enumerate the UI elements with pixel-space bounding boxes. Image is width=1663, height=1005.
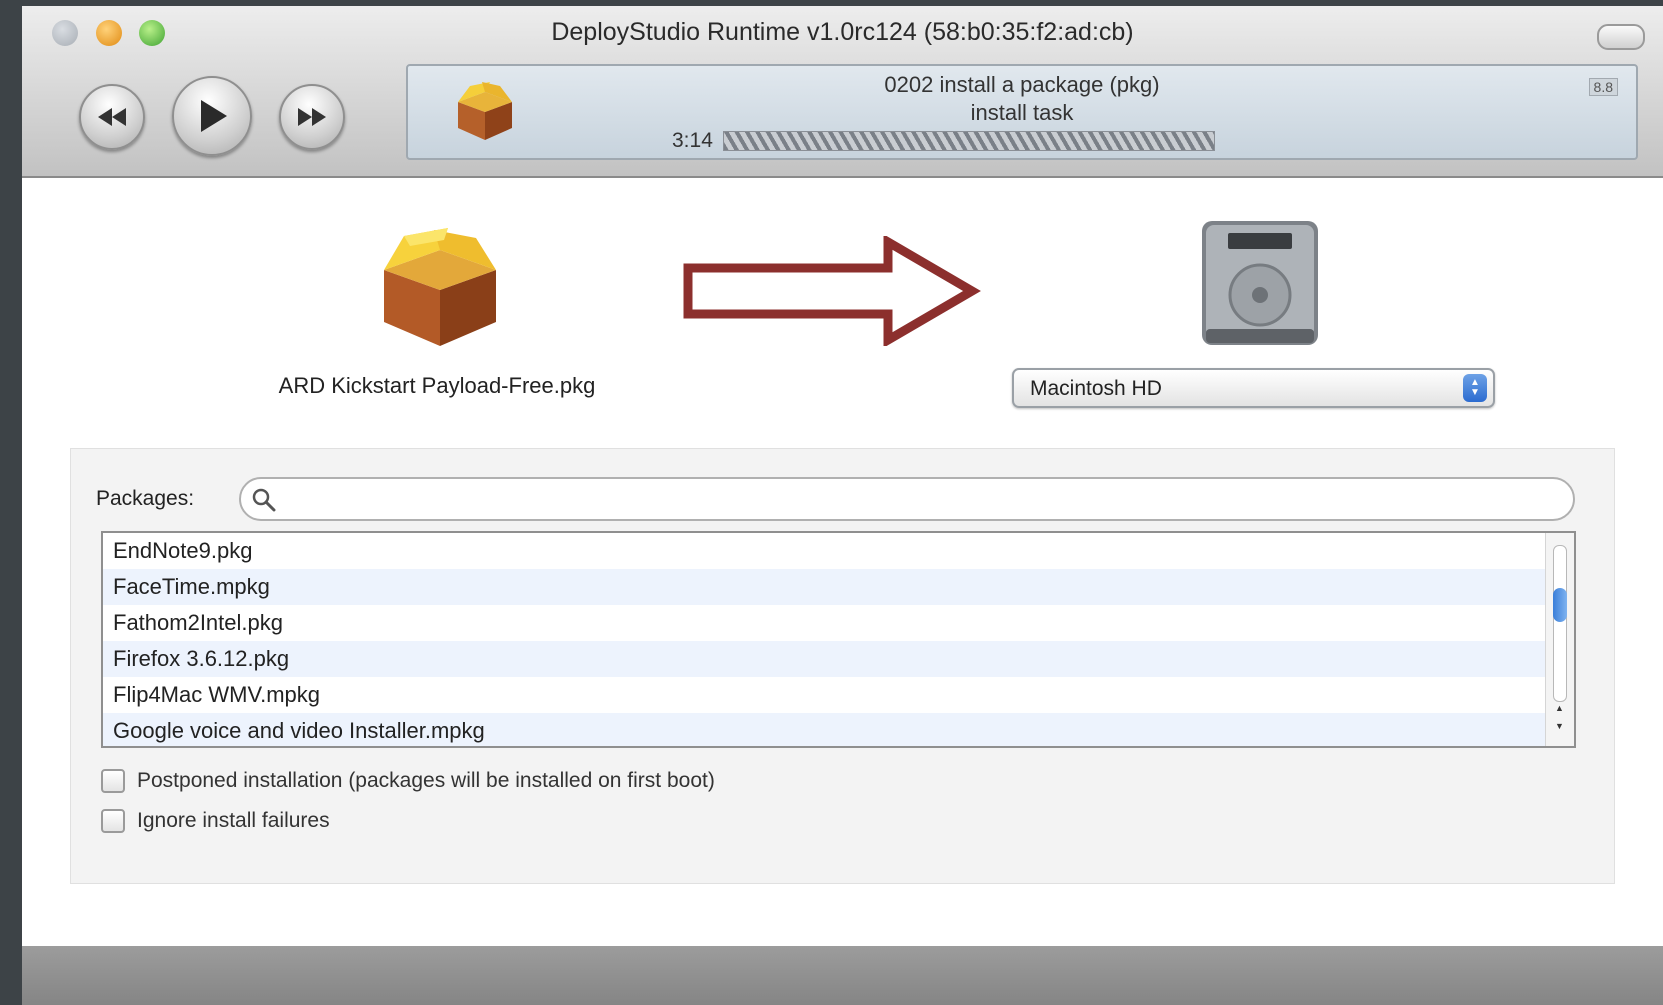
package-search-field[interactable] xyxy=(239,477,1575,521)
list-item[interactable]: Flip4Mac WMV.mpkg xyxy=(103,677,1574,713)
status-display: 0202 install a package (pkg) install tas… xyxy=(406,64,1638,160)
fast-forward-button[interactable] xyxy=(279,84,345,150)
main-content: ARD Kickstart Payload-Free.pkg Macintosh… xyxy=(22,178,1663,955)
status-step-text: 0202 install a package (pkg) xyxy=(884,72,1160,97)
target-volume-label: Macintosh HD xyxy=(1030,377,1162,400)
progress-bar xyxy=(722,131,1215,151)
chevron-updown-icon: ▲ ▼ xyxy=(1463,374,1487,402)
list-item[interactable]: Fathom2Intel.pkg xyxy=(103,605,1574,641)
list-item[interactable]: Google voice and video Installer.mpkg xyxy=(103,713,1574,746)
list-item[interactable]: Firefox 3.6.12.pkg xyxy=(103,641,1574,677)
window-title: DeployStudio Runtime v1.0rc124 (58:b0:35… xyxy=(551,18,1134,46)
ignore-failures-checkbox[interactable] xyxy=(101,809,125,833)
package-box-icon xyxy=(384,228,496,346)
fast-forward-icon xyxy=(298,108,326,126)
scroll-down-icon[interactable]: ▼ xyxy=(1555,721,1564,731)
scroll-up-icon[interactable]: ▲ xyxy=(1555,703,1564,713)
list-item[interactable]: FaceTime.mpkg xyxy=(103,569,1574,605)
package-list[interactable]: EndNote9.pkg FaceTime.mpkg Fathom2Intel.… xyxy=(101,531,1576,748)
source-package-name: ARD Kickstart Payload-Free.pkg xyxy=(278,373,596,398)
toolbar-toggle-button[interactable] xyxy=(1597,24,1645,50)
list-item[interactable]: EndNote9.pkg xyxy=(103,533,1574,569)
hard-disk-icon xyxy=(1202,221,1318,345)
postponed-installation-option[interactable]: Postponed installation (packages will be… xyxy=(101,769,715,793)
play-icon xyxy=(201,100,227,132)
postponed-installation-checkbox[interactable] xyxy=(101,769,125,793)
scrollbar-track[interactable] xyxy=(1553,545,1567,702)
progress-fill xyxy=(723,132,1214,150)
status-badge: 8.8 xyxy=(1588,78,1618,96)
rewind-button[interactable] xyxy=(79,84,145,150)
search-icon xyxy=(252,488,276,512)
status-progress-row: 3:14 xyxy=(672,129,1215,153)
scrollbar-thumb[interactable] xyxy=(1553,588,1567,622)
bottom-bar xyxy=(22,946,1663,1005)
deploystudio-window: DeployStudio Runtime v1.0rc124 (58:b0:35… xyxy=(22,6,1663,1005)
postponed-installation-label: Postponed installation (packages will be… xyxy=(137,769,715,792)
ignore-failures-option[interactable]: Ignore install failures xyxy=(101,809,330,833)
elapsed-time: 3:14 xyxy=(672,129,713,152)
arrow-right-icon xyxy=(683,236,981,346)
search-input[interactable] xyxy=(283,485,1547,515)
rewind-icon xyxy=(98,108,126,126)
packages-label: Packages: xyxy=(96,487,195,510)
target-volume-select[interactable]: Macintosh HD ▲ ▼ xyxy=(1012,368,1495,408)
status-task-text: install task xyxy=(970,100,1074,125)
packages-panel: Packages: EndNote9.pkg FaceTime.mpkg Fat… xyxy=(70,448,1615,884)
play-button[interactable] xyxy=(172,76,252,156)
titlebar: DeployStudio Runtime v1.0rc124 (58:b0:35… xyxy=(22,6,1663,178)
ignore-failures-label: Ignore install failures xyxy=(137,809,330,832)
list-scrollbar[interactable]: ▲ ▼ xyxy=(1545,533,1574,746)
